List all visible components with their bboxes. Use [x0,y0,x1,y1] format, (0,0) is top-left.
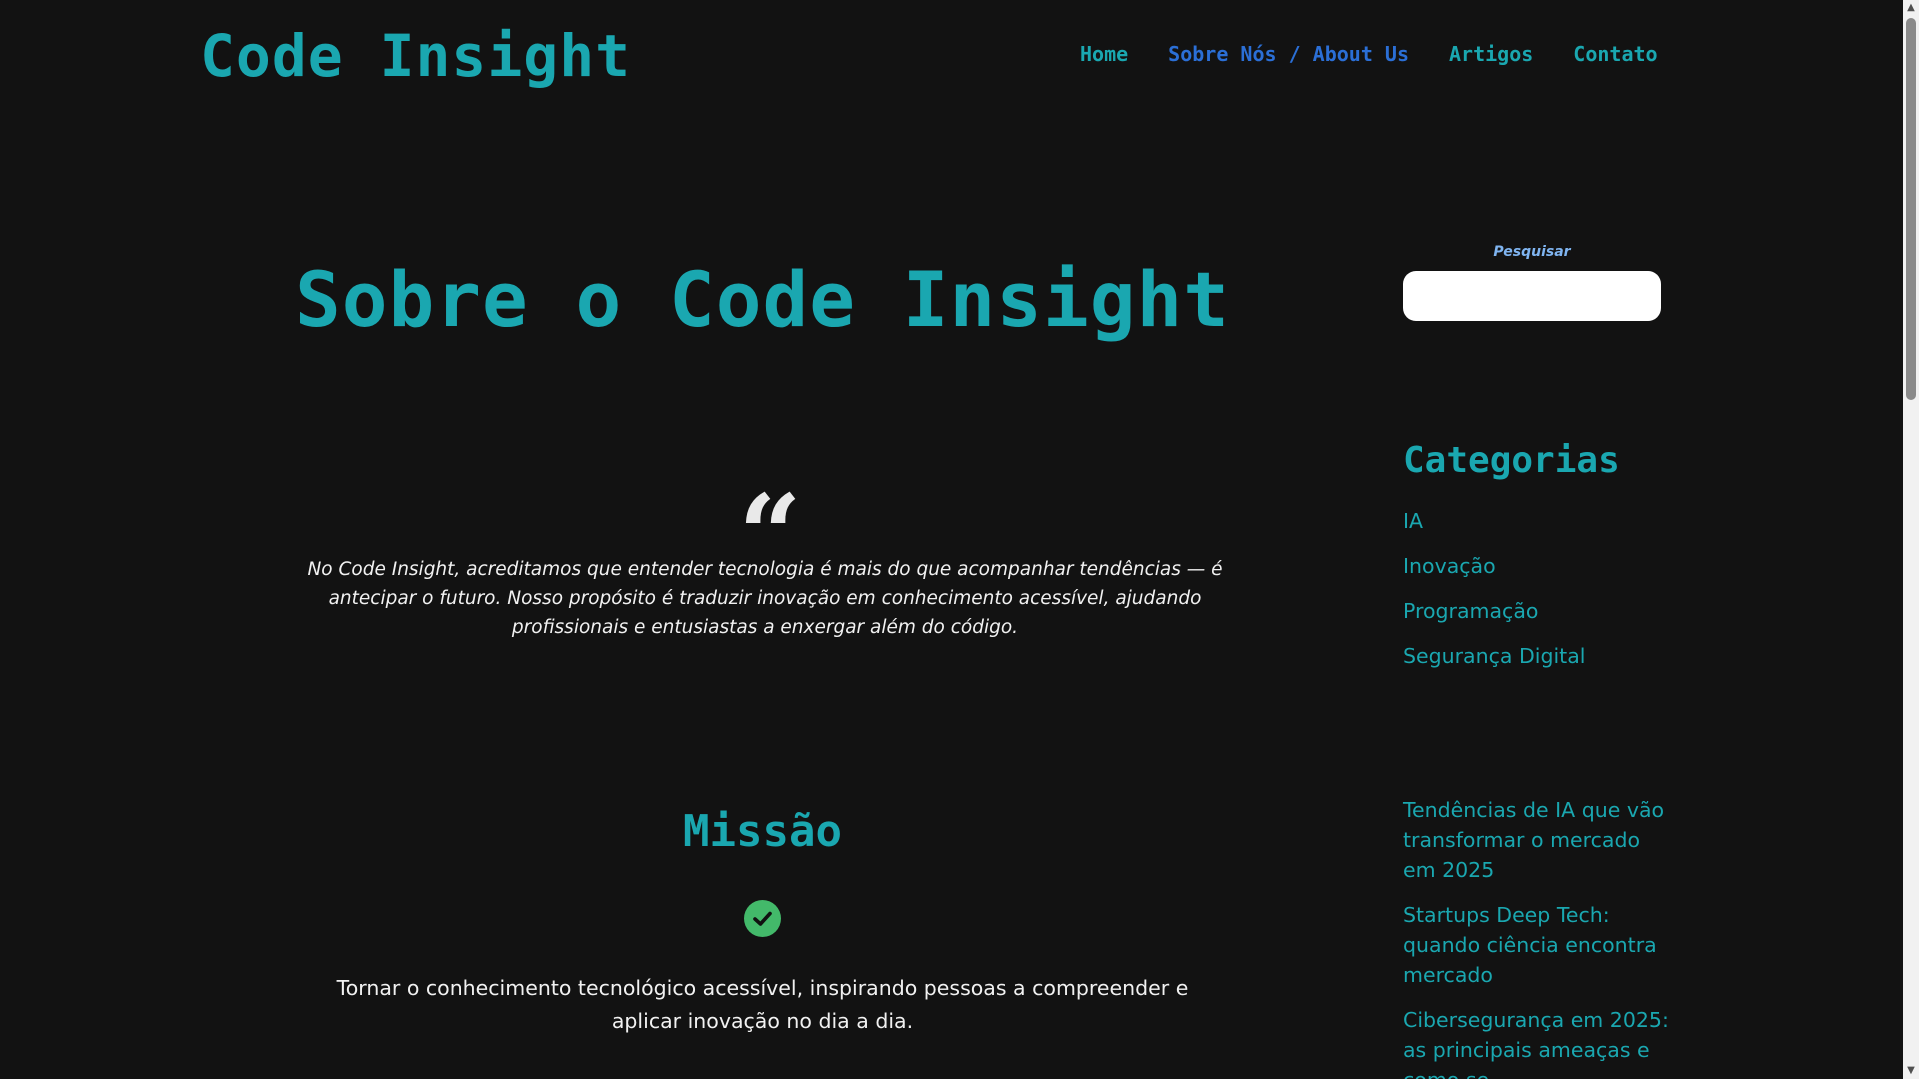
main-nav: Home Sobre Nós / About Us Artigos Contat… [1080,42,1658,66]
mission-text: Tornar o conhecimento tecnológico acessí… [336,976,1189,1033]
category-link-seguranca-digital[interactable]: Segurança Digital [1403,644,1585,689]
recent-posts-list: Tendências de IA que vão transformar o m… [1403,795,1673,1079]
quote-icon: “ [738,470,802,599]
page: Code Insight Home Sobre Nós / About Us A… [0,0,1919,1079]
nav-home[interactable]: Home [1080,42,1128,66]
category-list: IA Inovação Programação Segurança Digita… [1403,509,1585,689]
scroll-thumb[interactable] [1906,18,1916,400]
categories-title: Categorias [1403,440,1620,481]
nav-contact[interactable]: Contato [1573,42,1657,66]
scroll-down-arrow-icon[interactable]: ▼ [1903,1063,1919,1079]
category-link-programacao[interactable]: Programação [1403,599,1585,644]
search-input[interactable] [1403,271,1661,321]
check-circle-icon [744,900,781,937]
page-title: Sobre o Code Insight [294,255,1231,344]
nav-about[interactable]: Sobre Nós / About Us [1168,42,1409,66]
category-link-inovacao[interactable]: Inovação [1403,554,1585,599]
recent-post-link[interactable]: Cibersegurança em 2025: as principais am… [1403,1005,1673,1079]
nav-articles[interactable]: Artigos [1449,42,1533,66]
page-scrollbar[interactable]: ▲ ▼ [1903,0,1919,1079]
recent-post-link[interactable]: Startups Deep Tech: quando ciência encon… [1403,900,1673,990]
mission-title: Missão [683,806,842,857]
site-title[interactable]: Code Insight [200,22,631,90]
about-quote: No Code Insight, acreditamos que entende… [307,559,1223,638]
scroll-up-arrow-icon[interactable]: ▲ [1903,0,1919,16]
recent-post-link[interactable]: Tendências de IA que vão transformar o m… [1403,795,1673,885]
category-link-ia[interactable]: IA [1403,509,1585,554]
search-label: Pesquisar [1493,244,1571,260]
